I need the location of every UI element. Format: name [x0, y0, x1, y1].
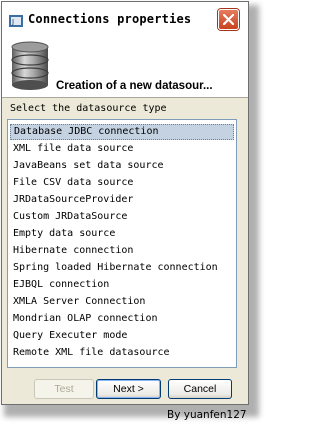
- app-icon: J: [9, 12, 23, 27]
- svg-text:J: J: [11, 18, 14, 26]
- title-bar: J Connections properties: [2, 2, 248, 35]
- header-title: Creation of a new datasour...: [56, 80, 213, 92]
- list-item[interactable]: JavaBeans set data source: [10, 158, 234, 174]
- section-label: Select the datasource type: [10, 103, 167, 114]
- list-item[interactable]: File CSV data source: [10, 175, 234, 191]
- list-item[interactable]: Remote XML file datasource: [10, 345, 234, 361]
- list-item[interactable]: EJBQL connection: [10, 277, 234, 293]
- close-icon: [223, 14, 234, 25]
- cancel-button[interactable]: Cancel: [168, 379, 232, 399]
- connections-dialog: J Connections properties Creation of a n…: [1, 1, 249, 405]
- list-item[interactable]: XMLA Server Connection: [10, 294, 234, 310]
- test-button[interactable]: Test: [34, 379, 94, 399]
- list-item[interactable]: Custom JRDataSource: [10, 209, 234, 225]
- list-item[interactable]: Empty data source: [10, 226, 234, 242]
- list-item[interactable]: Hibernate connection: [10, 243, 234, 259]
- list-item[interactable]: JRDataSourceProvider: [10, 192, 234, 208]
- watermark-text: By yuanfen127: [167, 409, 247, 421]
- wizard-header: Creation of a new datasour...: [2, 35, 248, 98]
- list-item[interactable]: Mondrian OLAP connection: [10, 311, 234, 327]
- list-item[interactable]: XML file data source: [10, 141, 234, 157]
- next-button[interactable]: Next >: [96, 379, 161, 399]
- database-icon: [11, 41, 49, 90]
- datasource-type-list[interactable]: Database JDBC connection XML file data so…: [7, 119, 237, 368]
- close-button[interactable]: [218, 9, 239, 30]
- list-item[interactable]: Spring loaded Hibernate connection: [10, 260, 234, 276]
- list-item[interactable]: Query Executer mode: [10, 328, 234, 344]
- list-item[interactable]: Database JDBC connection: [10, 124, 234, 140]
- window-title: Connections properties: [28, 12, 192, 26]
